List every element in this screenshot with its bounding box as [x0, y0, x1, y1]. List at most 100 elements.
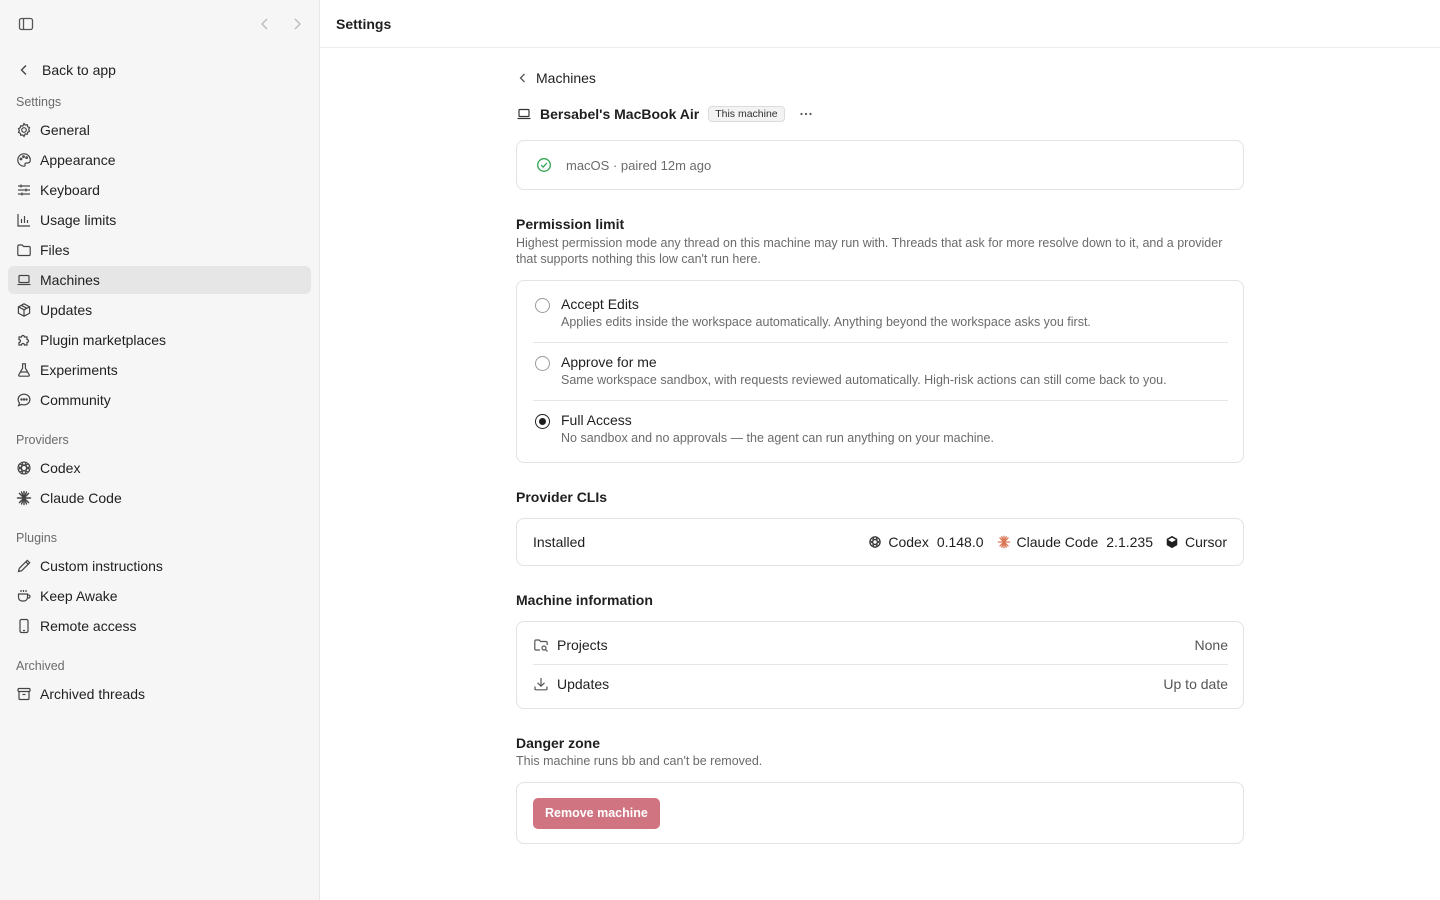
sidebar-item-codex[interactable]: Codex — [8, 454, 311, 482]
permission-option-full-access[interactable]: Full Access No sandbox and no approvals … — [533, 412, 1228, 446]
sidebar-item-machines[interactable]: Machines — [8, 266, 311, 294]
sidebar-item-keyboard[interactable]: Keyboard — [8, 176, 311, 204]
sidebar-item-label: Updates — [40, 302, 93, 318]
sidebar-item-custom-instructions[interactable]: Custom instructions — [8, 552, 311, 580]
remove-machine-button[interactable]: Remove machine — [533, 797, 660, 829]
sidebar-item-files[interactable]: Files — [8, 236, 311, 264]
sidebar-item-label: Plugin marketplaces — [40, 332, 167, 348]
back-to-app-label: Back to app — [42, 62, 116, 78]
section-settings-label: Settings — [16, 95, 62, 109]
sidebar-item-label: Codex — [40, 460, 81, 476]
sidebar-item-label: Archived threads — [40, 686, 146, 702]
divider — [533, 342, 1228, 343]
machine-status-text: macOS · paired 12m ago — [566, 157, 712, 173]
permission-options-card: Accept Edits Applies edits inside the wo… — [516, 280, 1244, 463]
sidebar-item-label: Custom instructions — [40, 558, 163, 574]
info-value: None — [1194, 637, 1228, 653]
radio-full-access[interactable] — [535, 414, 550, 429]
machine-information-card: Projects None Updates Up to date — [516, 621, 1244, 709]
sidebar-item-label: Experiments — [40, 362, 118, 378]
cli-name: Claude Code — [1016, 534, 1099, 550]
archive-box-icon — [16, 686, 32, 702]
sidebar-item-usage-limits[interactable]: Usage limits — [8, 206, 311, 234]
nav-back-icon[interactable] — [258, 16, 272, 32]
danger-zone-description: This machine runs bb and can't be remove… — [516, 754, 763, 768]
plugins-nav-list: Custom instructions Keep Awake Remote ac… — [8, 552, 311, 642]
permission-limit-heading: Permission limit — [516, 216, 625, 232]
cli-cursor: Cursor — [1165, 534, 1227, 550]
machine-status-card: macOS · paired 12m ago — [516, 140, 1244, 190]
sidebar-item-plugin-marketplaces[interactable]: Plugin marketplaces — [8, 326, 311, 354]
sidebar-item-label: Claude Code — [40, 490, 122, 506]
cursor-cube-icon — [1165, 535, 1179, 549]
openai-icon — [868, 535, 882, 549]
sidebar-item-label: Keep Awake — [40, 588, 118, 604]
openai-icon — [16, 460, 32, 476]
page-title: Settings — [336, 15, 392, 32]
sidebar-item-community[interactable]: Community — [8, 386, 311, 414]
sidebar-item-remote-access[interactable]: Remote access — [8, 612, 311, 640]
sidebar-item-label: Keyboard — [40, 182, 100, 198]
sidebar-item-label: Machines — [40, 272, 100, 288]
danger-zone-heading: Danger zone — [516, 735, 601, 751]
top-bar: Settings — [320, 0, 1440, 48]
machine-information-heading: Machine information — [516, 592, 653, 608]
info-row-updates: Updates Up to date — [533, 674, 1228, 694]
provider-clis-heading: Provider CLIs — [516, 489, 608, 505]
permission-option-accept-edits[interactable]: Accept Edits Applies edits inside the wo… — [533, 296, 1228, 330]
check-circle-icon — [536, 157, 552, 173]
chat-bubble-icon — [16, 392, 32, 408]
archived-nav-list: Archived threads — [8, 680, 311, 710]
installed-cli-list: Codex 0.148.0 Claude Code 2.1.235 Cursor — [856, 534, 1227, 550]
cli-version: 0.148.0 — [936, 534, 984, 550]
package-icon — [16, 302, 32, 318]
sidebar-item-appearance[interactable]: Appearance — [8, 146, 311, 174]
coffee-cup-icon — [16, 588, 32, 604]
radio-accept-edits[interactable] — [535, 298, 550, 313]
sidebar-toggle-icon[interactable] — [18, 16, 34, 32]
sidebar-item-general[interactable]: General — [8, 116, 311, 144]
sidebar-top-bar — [0, 0, 319, 48]
sidebar-item-label: Remote access — [40, 618, 137, 634]
sliders-icon — [16, 182, 32, 198]
sidebar-item-label: Community — [40, 392, 111, 408]
info-label: Updates — [557, 676, 610, 692]
breadcrumb-machines[interactable]: Machines — [516, 70, 596, 86]
puzzle-icon — [16, 332, 32, 348]
sidebar-item-updates[interactable]: Updates — [8, 296, 311, 324]
cli-version: 2.1.235 — [1106, 534, 1153, 550]
sidebar-item-label: Appearance — [40, 152, 116, 168]
laptop-icon — [516, 106, 532, 122]
more-options-icon[interactable] — [799, 107, 813, 121]
radio-approve-for-me[interactable] — [535, 356, 550, 371]
option-description: No sandbox and no approvals — the agent … — [561, 431, 994, 445]
chevron-left-icon — [18, 64, 30, 76]
sidebar-item-archived-threads[interactable]: Archived threads — [8, 680, 311, 708]
option-description: Applies edits inside the workspace autom… — [561, 315, 1091, 329]
machine-name: Bersabel's MacBook Air — [540, 106, 700, 122]
nav-forward-icon[interactable] — [290, 16, 304, 32]
sidebar-item-label: Usage limits — [40, 212, 117, 228]
download-icon — [533, 676, 549, 692]
section-providers-label: Providers — [16, 433, 69, 447]
permission-option-approve-for-me[interactable]: Approve for me Same workspace sandbox, w… — [533, 354, 1228, 388]
section-archived-label: Archived — [16, 659, 65, 673]
sidebar-item-claude-code[interactable]: Claude Code — [8, 484, 311, 512]
info-value: Up to date — [1163, 676, 1228, 692]
this-machine-badge: This machine — [708, 106, 785, 122]
divider — [533, 664, 1228, 665]
sidebar-item-keep-awake[interactable]: Keep Awake — [8, 582, 311, 610]
cli-name: Codex — [888, 534, 929, 550]
machine-header: Bersabel's MacBook Air This machine — [516, 104, 813, 124]
folder-icon — [16, 242, 32, 258]
info-label: Projects — [557, 637, 608, 653]
bar-chart-icon — [16, 212, 32, 228]
back-to-app-link[interactable]: Back to app — [8, 56, 311, 84]
danger-zone-card: Remove machine — [516, 782, 1244, 844]
info-row-projects: Projects None — [533, 635, 1228, 655]
breadcrumb-label: Machines — [536, 70, 596, 86]
sidebar-item-experiments[interactable]: Experiments — [8, 356, 311, 384]
cli-codex: Codex 0.148.0 — [868, 534, 984, 550]
pencil-icon — [16, 558, 32, 574]
phone-icon — [16, 618, 32, 634]
